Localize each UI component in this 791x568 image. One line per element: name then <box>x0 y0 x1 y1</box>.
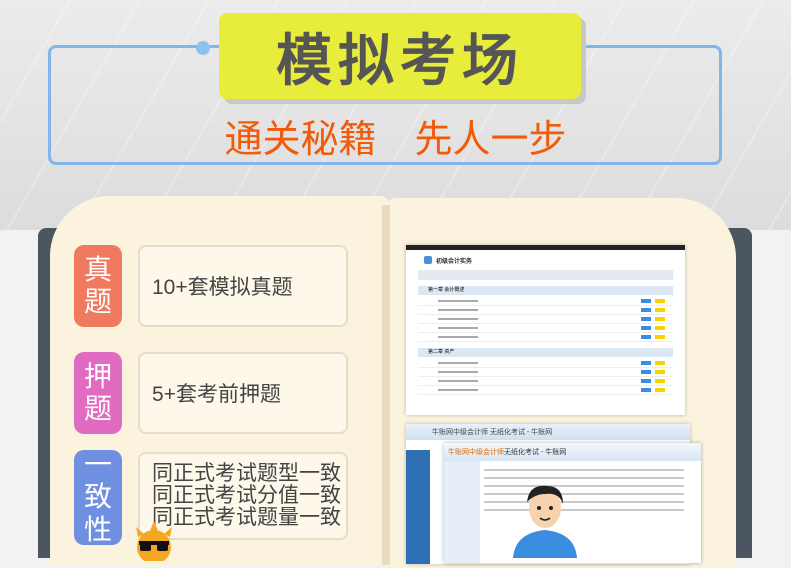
logo-icon <box>424 256 432 264</box>
feature-tag-char: 致 <box>83 480 112 514</box>
feature-tag-char: 押 <box>83 359 112 393</box>
exam-list-heading: 初级会计实务 <box>436 258 473 265</box>
feature-tag-char: 题 <box>83 285 112 318</box>
feature-tag-char: 一 <box>83 448 112 482</box>
sun-sunglasses-icon <box>136 521 172 561</box>
feature-tag-real-questions: 真 题 <box>74 245 122 327</box>
feature-tag-consistency: 一 致 性 <box>74 448 122 546</box>
feature-tag-predicted-questions: 押 题 <box>74 352 122 434</box>
page-title: 模拟考场 <box>219 13 581 99</box>
exam-list-section: 第二章 资产 <box>418 348 673 357</box>
feature-tag-char: 真 <box>83 252 112 286</box>
feature-text: 同正式考试题量一致 <box>152 506 341 529</box>
feature-text: 同正式考试题型一致 <box>152 462 341 485</box>
exam-list-section: 第一章 会计概述 <box>418 286 673 295</box>
exam-window-title: 牛账网中级会计师 无纸化考试 - 牛账网 <box>406 424 690 440</box>
feature-card-predicted-questions: 5+套考前押题 <box>138 352 348 434</box>
feature-tag-char: 性 <box>83 512 112 546</box>
book-spine <box>382 205 390 565</box>
feature-text: 5+套考前押题 <box>152 383 281 406</box>
feature-tag-char: 题 <box>83 392 112 425</box>
frame-dot-left <box>196 41 210 55</box>
feature-card-real-questions: 10+套模拟真题 <box>138 245 348 327</box>
feature-text: 10+套模拟真题 <box>152 276 293 299</box>
exam-list-screenshot: 初级会计实务 第一章 会计概述 第二章 资产 <box>406 245 685 415</box>
feature-text: 同正式考试分值一致 <box>152 484 341 507</box>
cartoon-person-icon <box>513 485 577 558</box>
page-subtitle: 通关秘籍 先人一步 <box>224 117 567 161</box>
exam-window-title: 牛账网中级会计师 无纸化考试 - 牛账网 <box>444 443 701 461</box>
